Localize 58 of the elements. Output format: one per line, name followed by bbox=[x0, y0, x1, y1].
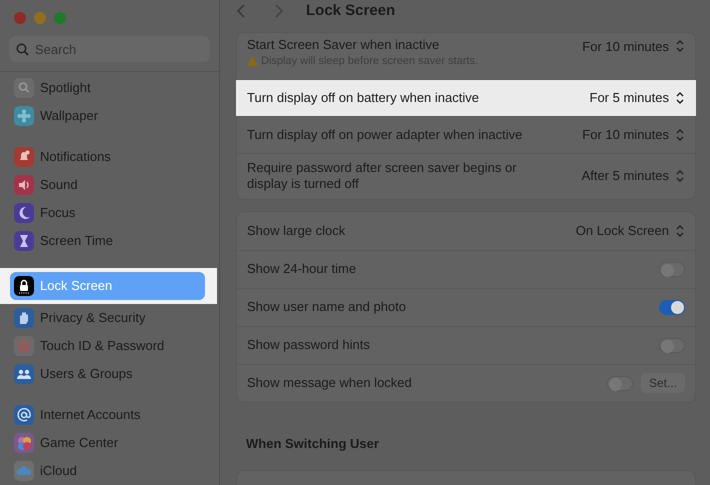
popup-menu[interactable]: For 5 minutes bbox=[590, 88, 685, 108]
sidebar-item[interactable]: Screen Time bbox=[10, 227, 207, 255]
setting-label: Require password after screen saver begins or display is turned off bbox=[247, 160, 518, 192]
app-icon bbox=[14, 308, 34, 328]
sidebar-item[interactable]: Focus bbox=[10, 199, 207, 227]
app-icon bbox=[14, 336, 34, 356]
setting-label: Show user name and photo bbox=[247, 299, 406, 315]
setting-label: Show large clock bbox=[247, 222, 346, 238]
sidebar-item[interactable]: Game Center bbox=[10, 429, 207, 457]
set-button[interactable]: Set... bbox=[640, 373, 685, 393]
stepper-icon bbox=[675, 169, 685, 183]
popup-menu[interactable]: On Lock Screen bbox=[576, 220, 685, 240]
sidebar-item[interactable]: Notifications bbox=[10, 143, 207, 171]
sidebar-item[interactable]: iCloud bbox=[10, 457, 207, 485]
warning-icon bbox=[247, 56, 258, 66]
app-icon bbox=[14, 405, 34, 425]
toggle-switch[interactable] bbox=[659, 338, 685, 352]
forward-icon[interactable] bbox=[274, 4, 284, 18]
sidebar-item[interactable]: Touch ID & Password bbox=[10, 332, 207, 360]
app-icon bbox=[14, 433, 34, 453]
stepper-icon bbox=[675, 90, 685, 104]
app-icon bbox=[14, 364, 34, 384]
stepper-icon bbox=[675, 39, 685, 54]
setting-label: Start Screen Saver when inactive bbox=[247, 36, 440, 52]
sidebar-item[interactable]: Sound bbox=[10, 171, 207, 199]
setting-label: Show 24-hour time bbox=[247, 261, 356, 277]
close-button[interactable] bbox=[14, 12, 26, 24]
sidebar-item[interactable]: Privacy & Security bbox=[10, 304, 207, 332]
app-icon bbox=[14, 276, 34, 296]
app-icon bbox=[14, 175, 34, 195]
toggle-switch[interactable] bbox=[659, 262, 685, 276]
sidebar-item[interactable]: Lock Screen bbox=[10, 272, 205, 300]
app-icon bbox=[14, 231, 34, 251]
app-icon bbox=[14, 461, 34, 481]
stepper-icon bbox=[675, 128, 685, 142]
toggle-switch[interactable] bbox=[606, 376, 633, 390]
popup-menu[interactable]: After 5 minutes bbox=[582, 166, 685, 186]
sidebar-item[interactable]: Wallpaper bbox=[10, 102, 207, 130]
sidebar-item[interactable]: Internet Accounts bbox=[10, 401, 207, 429]
app-icon bbox=[14, 203, 34, 223]
app-icon bbox=[14, 78, 34, 98]
app-icon bbox=[14, 106, 34, 126]
stepper-icon bbox=[675, 224, 685, 238]
zoom-button[interactable] bbox=[54, 12, 66, 24]
section-heading: When Switching User bbox=[245, 434, 380, 453]
setting-label: Show password hints bbox=[247, 337, 370, 353]
setting-label: Turn display off on power adapter when inactive bbox=[247, 126, 522, 142]
app-icon bbox=[14, 147, 34, 167]
toggle-switch[interactable] bbox=[659, 300, 685, 314]
window-title: Lock Screen bbox=[306, 1, 396, 21]
popup-menu[interactable]: For 10 minutes bbox=[582, 36, 685, 56]
minimize-button[interactable] bbox=[34, 12, 46, 24]
back-icon[interactable] bbox=[236, 4, 246, 18]
sidebar-item[interactable]: Users & Groups bbox=[10, 360, 207, 388]
popup-menu[interactable]: For 10 minutes bbox=[582, 124, 685, 144]
setting-label: Show message when locked bbox=[247, 375, 412, 391]
sidebar-item[interactable]: Spotlight bbox=[10, 74, 207, 102]
setting-label: Turn display off on battery when inactive bbox=[247, 90, 479, 106]
